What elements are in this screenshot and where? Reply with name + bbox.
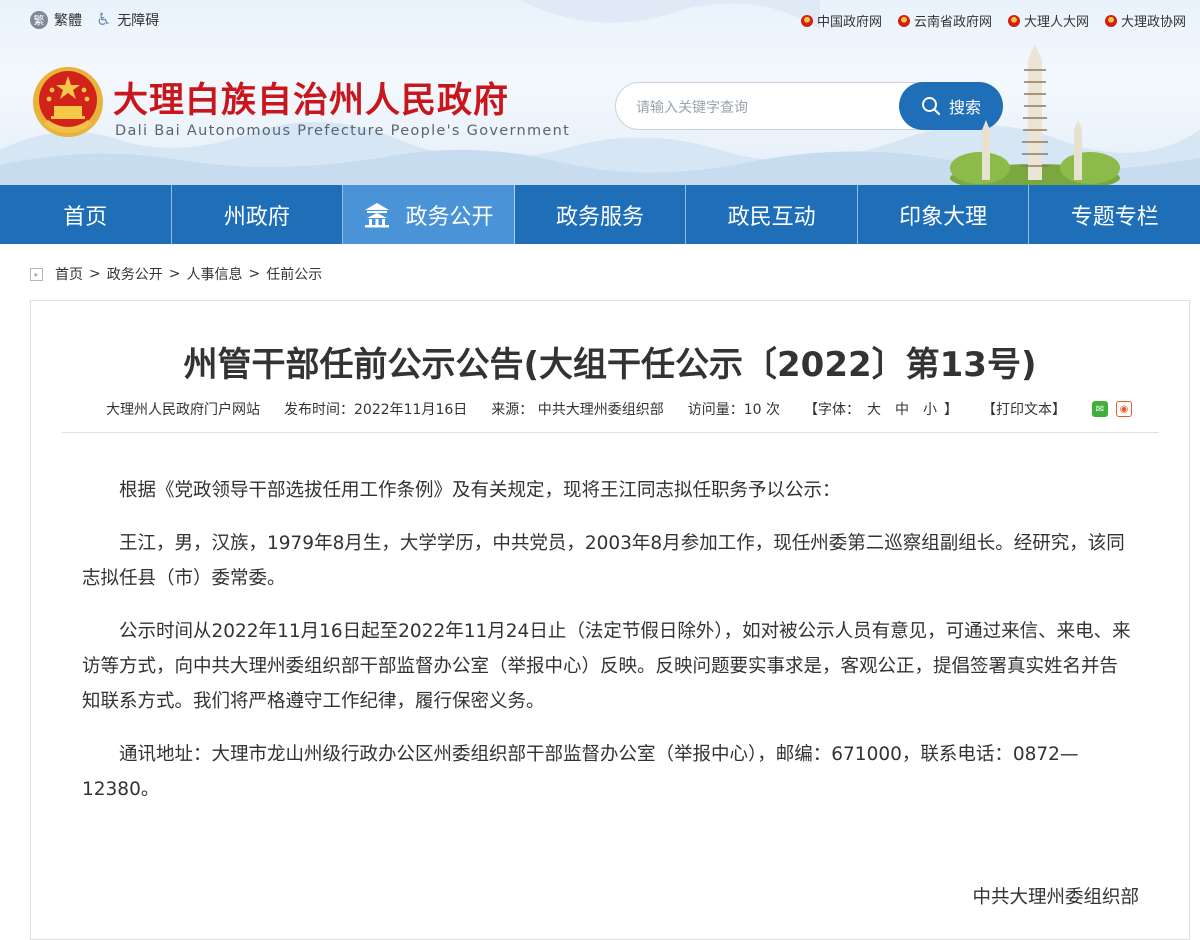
national-emblem-logo[interactable] [30, 64, 106, 142]
traditional-chinese-label: 繁體 [54, 13, 82, 29]
meta-site: 大理州人民政府门户网站 [106, 402, 260, 418]
breadcrumb-separator: > [248, 266, 261, 282]
site-subtitle: Dali Bai Autonomous Prefecture People's … [115, 123, 571, 139]
national-emblem-icon [1007, 14, 1020, 27]
nav-item-prefecture-government[interactable]: 州政府 [172, 185, 344, 244]
font-size-small[interactable]: 小 [923, 402, 937, 418]
article-paragraph: 公示时间从2022年11月16日起至2022年11月24日止（法定节假日除外），… [82, 621, 1131, 712]
link-label: 大理政协网 [1120, 15, 1186, 30]
font-size-label: 【字体： [803, 402, 860, 418]
breadcrumb-separator: > [168, 266, 181, 282]
breadcrumb-government-affairs[interactable]: 政务公开 [107, 264, 163, 284]
meta-divider [62, 432, 1159, 433]
accessibility-link[interactable]: ♿ 无障碍 [96, 10, 159, 30]
article-signature: 中共大理州委组织部 [972, 887, 1139, 908]
link-dali-cppcc[interactable]: 大理政协网 [1104, 11, 1186, 30]
font-size-end: 】 [943, 402, 958, 418]
font-size-large[interactable]: 大 [867, 402, 881, 418]
search-input[interactable] [634, 95, 898, 121]
link-dali-npc[interactable]: 大理人大网 [1007, 11, 1089, 30]
breadcrumb-icon: ▸ [30, 267, 43, 281]
nav-item-label: 政民互动 [727, 204, 816, 230]
national-emblem-icon [897, 14, 910, 27]
nav-item-government-services[interactable]: 政务服务 [515, 185, 687, 244]
site-title[interactable]: 大理白族自治州人民政府 [113, 72, 509, 123]
traditional-chinese-link[interactable]: 繁 繁體 [30, 10, 82, 30]
accessibility-icon: ♿ [96, 10, 112, 30]
site-header: 繁 繁體 ♿ 无障碍 中国政府网 云南省政府网 大理人大网 大理政协网 大理白族… [0, 0, 1200, 185]
external-site-links: 中国政府网 云南省政府网 大理人大网 大理政协网 [800, 11, 1186, 30]
article-paragraph: 王江，男，汉族，1979年8月生，大学学历，中共党员，2003年8月参加工作，现… [82, 533, 1125, 589]
nav-item-label: 专题专栏 [1070, 204, 1159, 230]
top-utility-links: 繁 繁體 ♿ 无障碍 [30, 10, 159, 30]
link-label: 大理人大网 [1023, 15, 1089, 30]
link-china-gov[interactable]: 中国政府网 [800, 11, 882, 30]
nav-item-special-topics[interactable]: 专题专栏 [1029, 185, 1200, 244]
national-emblem-icon [800, 14, 813, 27]
search-bar: 搜索 [615, 82, 1003, 130]
link-label: 中国政府网 [816, 15, 882, 30]
weibo-icon[interactable]: ◉ [1115, 401, 1132, 417]
breadcrumb-personnel-info[interactable]: 人事信息 [186, 264, 242, 284]
link-yunnan-gov[interactable]: 云南省政府网 [897, 11, 992, 30]
traditional-chinese-icon: 繁 [30, 11, 48, 29]
nav-item-label: 政务公开 [405, 204, 494, 230]
article-title: 州管干部任前公示公告(大组干任公示〔2022〕第13号) [183, 345, 1037, 385]
search-icon [921, 97, 941, 116]
article-body: 根据《党政领导干部选拔任用工作条例》及有关规定，现将王江同志拟任职务予以公示： … [82, 473, 1132, 825]
nav-item-government-affairs[interactable]: 政务公开 [343, 185, 515, 244]
breadcrumb: ▸ 首页 > 政务公开 > 人事信息 > 任前公示 [30, 264, 322, 284]
nav-item-label: 政务服务 [556, 204, 645, 230]
accessibility-label: 无障碍 [117, 13, 160, 29]
article-paragraph: 通讯地址：大理市龙山州级行政办公区州委组织部干部监督办公室（举报中心），邮编：6… [82, 744, 1079, 800]
breadcrumb-pre-appointment[interactable]: 任前公示 [266, 264, 322, 284]
print-button[interactable]: 【打印文本】 [982, 399, 1066, 419]
breadcrumb-separator: > [89, 266, 101, 282]
nav-item-impression-dali[interactable]: 印象大理 [858, 185, 1030, 244]
link-label: 云南省政府网 [913, 15, 992, 30]
cppcc-emblem-icon [1104, 14, 1117, 27]
article-meta: 大理州人民政府门户网站 发布时间：2022年11月16日 来源： 中共大理州委组… [106, 399, 1132, 419]
nav-item-label: 州政府 [223, 204, 290, 230]
nav-item-label: 首页 [63, 204, 108, 230]
share-buttons: ✉ ◉ [1091, 401, 1132, 417]
article-paragraph: 根据《党政领导干部选拔任用工作条例》及有关规定，现将王江同志拟任职务予以公示： [119, 480, 841, 501]
nav-item-label: 印象大理 [899, 204, 988, 230]
font-size-medium[interactable]: 中 [895, 402, 909, 418]
temple-icon [365, 202, 390, 227]
meta-published: 发布时间：2022年11月16日 [284, 402, 468, 418]
three-pagodas-illustration [950, 44, 1120, 185]
breadcrumb-home[interactable]: 首页 [55, 264, 83, 284]
wechat-icon[interactable]: ✉ [1091, 401, 1108, 417]
nav-item-home[interactable]: 首页 [0, 185, 172, 244]
main-nav: 首页 州政府 政务公开 政务服务 政民互动 印象大理 专题专栏 [0, 185, 1200, 244]
font-size-controls: 【字体： 大中小】 [804, 399, 958, 419]
meta-source: 来源： 中共大理州委组织部 [491, 402, 664, 418]
meta-visits: 访问量：10 次 [687, 402, 780, 418]
article-container: 州管干部任前公示公告(大组干任公示〔2022〕第13号) 大理州人民政府门户网站… [30, 300, 1190, 940]
nav-item-interaction[interactable]: 政民互动 [686, 185, 858, 244]
